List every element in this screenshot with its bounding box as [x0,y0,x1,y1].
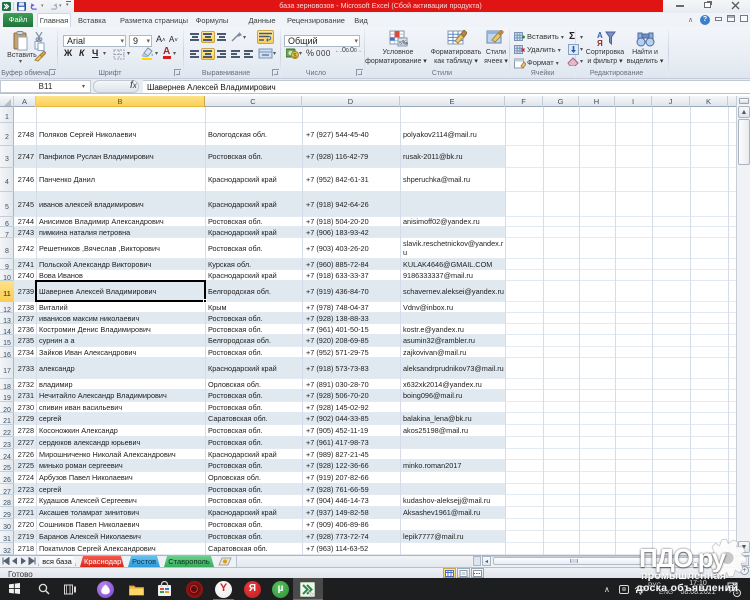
svg-text:Я: Я [597,39,603,47]
svg-text:s‰: s‰ [399,41,408,47]
